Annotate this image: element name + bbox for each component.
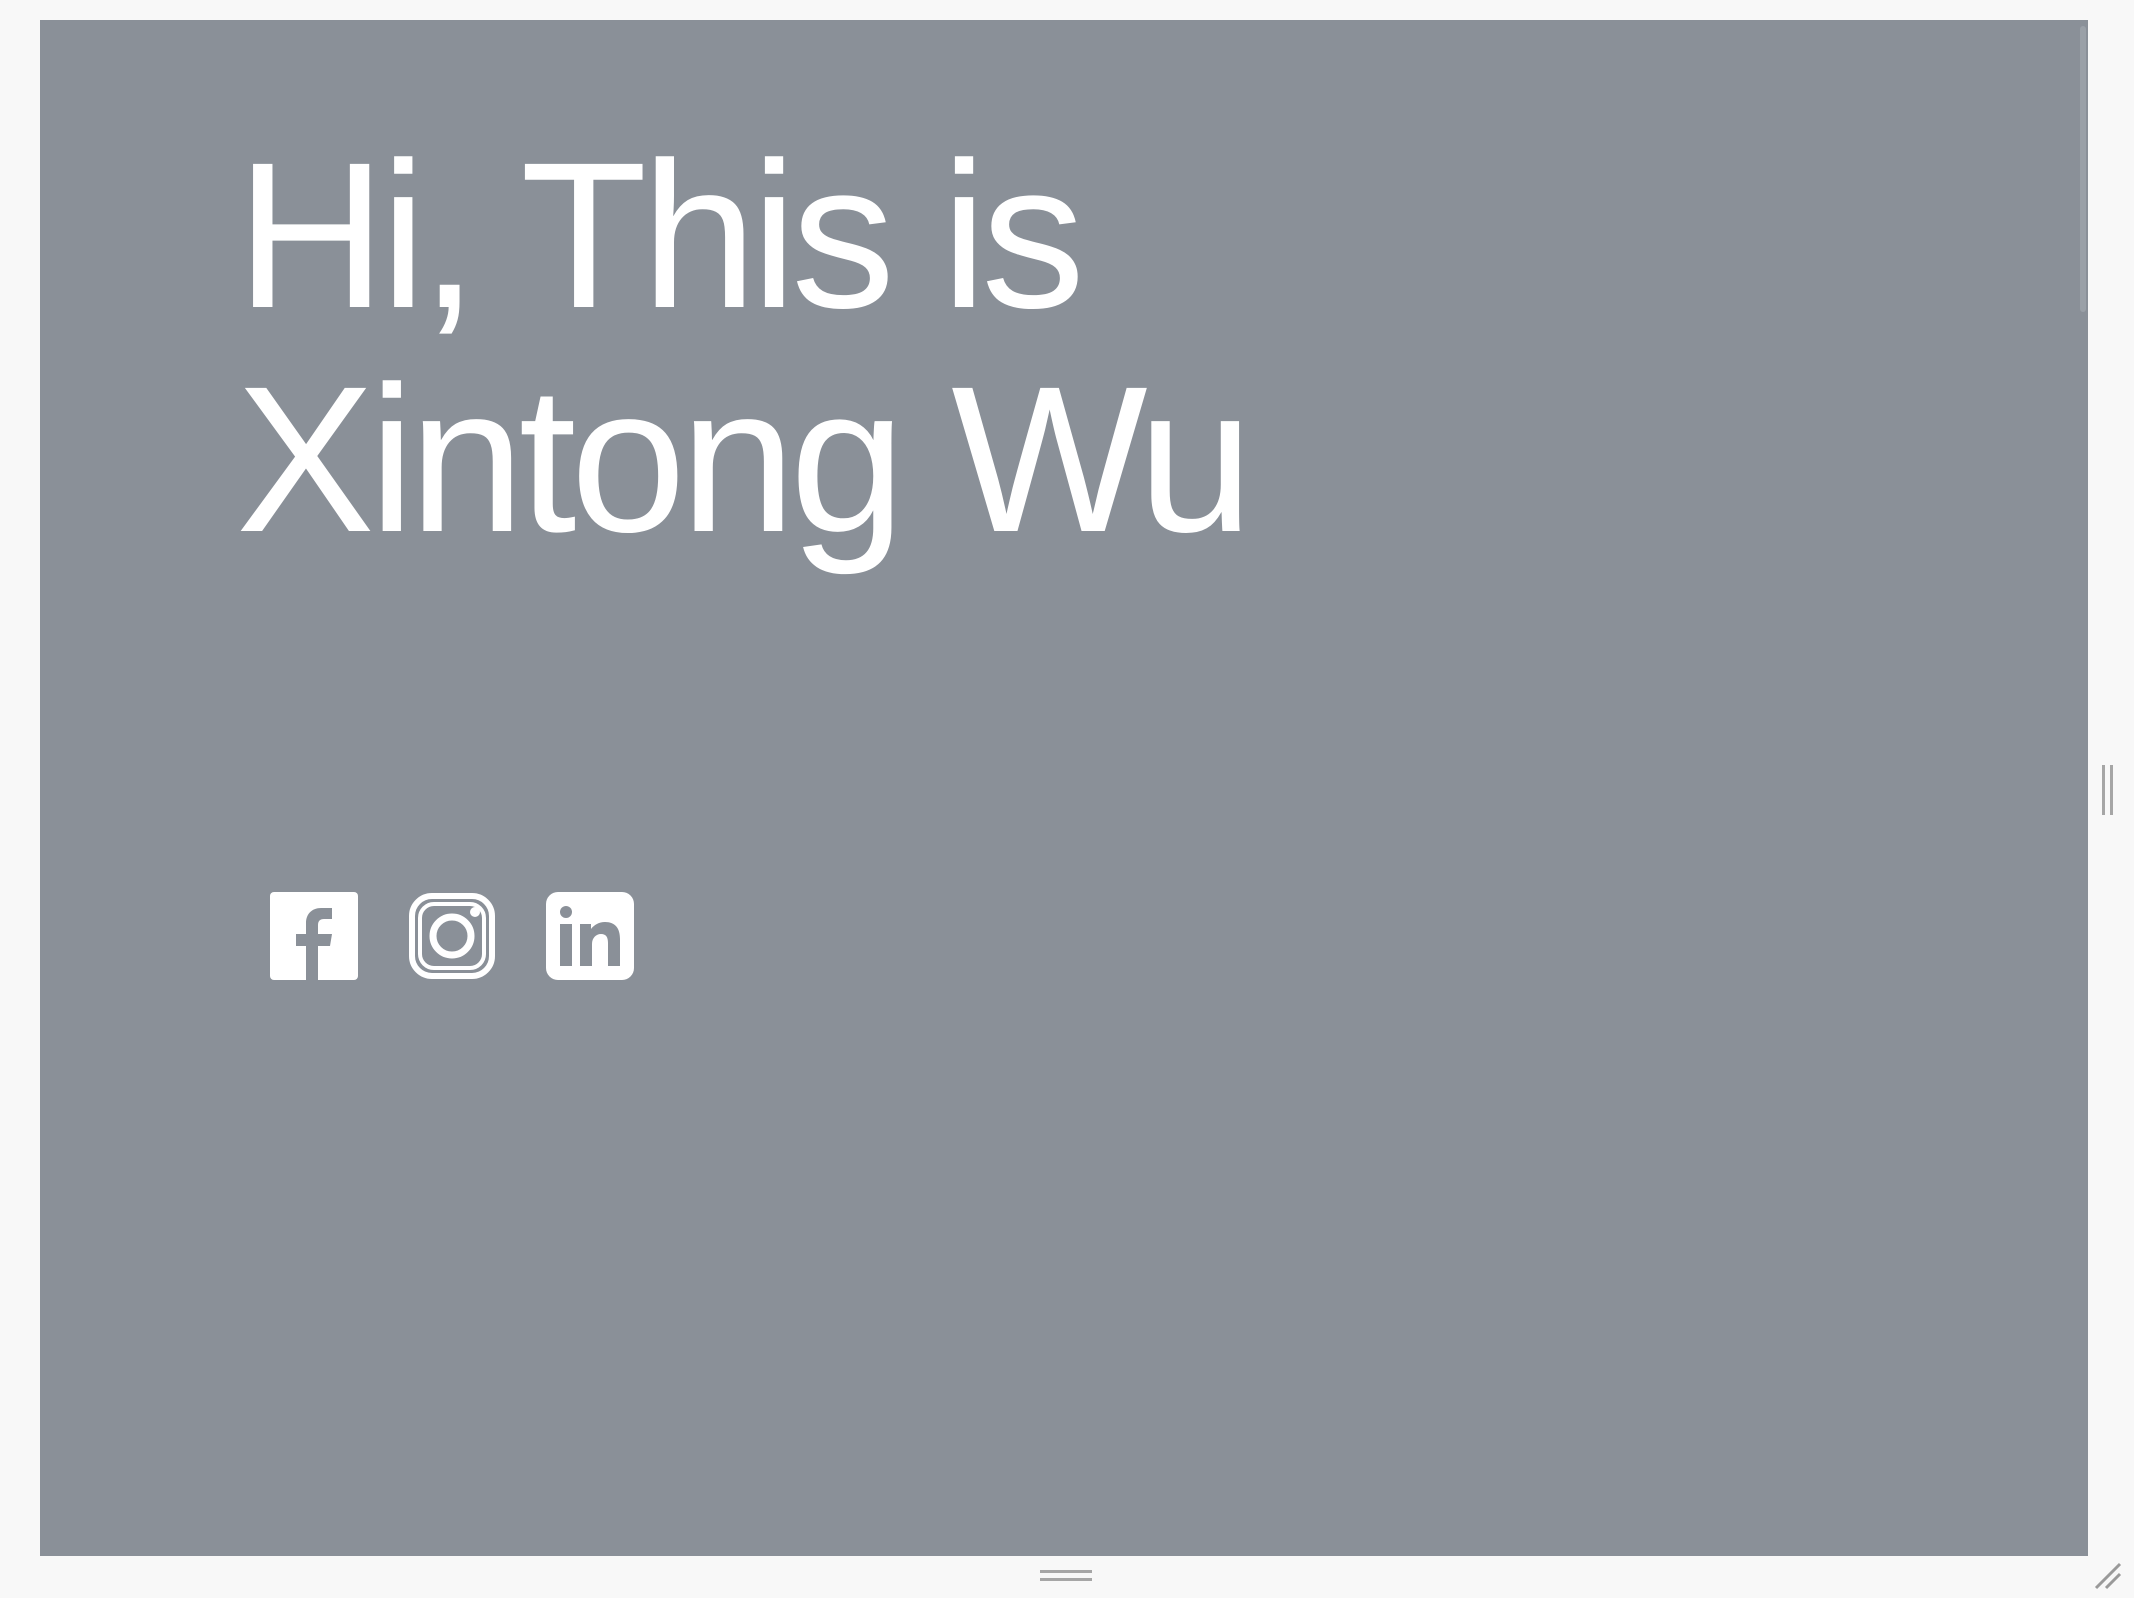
hero-line-1: Hi, This is bbox=[236, 120, 1085, 352]
vertical-scrollbar-thumb[interactable] bbox=[2080, 26, 2086, 312]
instagram-icon bbox=[409, 893, 495, 979]
corner-resize-icon[interactable] bbox=[2092, 1560, 2122, 1590]
vertical-resize-handle[interactable] bbox=[2102, 765, 2114, 815]
hero-line-2: Xintong Wu bbox=[236, 344, 1253, 576]
horizontal-resize-handle[interactable] bbox=[1040, 1570, 1092, 1582]
facebook-icon bbox=[270, 892, 358, 980]
hero-heading: Hi, This is Xintong Wu bbox=[236, 120, 1253, 576]
social-links bbox=[270, 892, 634, 980]
page-viewport: Hi, This is Xintong Wu bbox=[40, 20, 2088, 1556]
preview-frame: Hi, This is Xintong Wu bbox=[0, 0, 2134, 1598]
facebook-link[interactable] bbox=[270, 892, 358, 980]
linkedin-link[interactable] bbox=[546, 892, 634, 980]
linkedin-icon bbox=[546, 892, 634, 980]
instagram-link[interactable] bbox=[408, 892, 496, 980]
